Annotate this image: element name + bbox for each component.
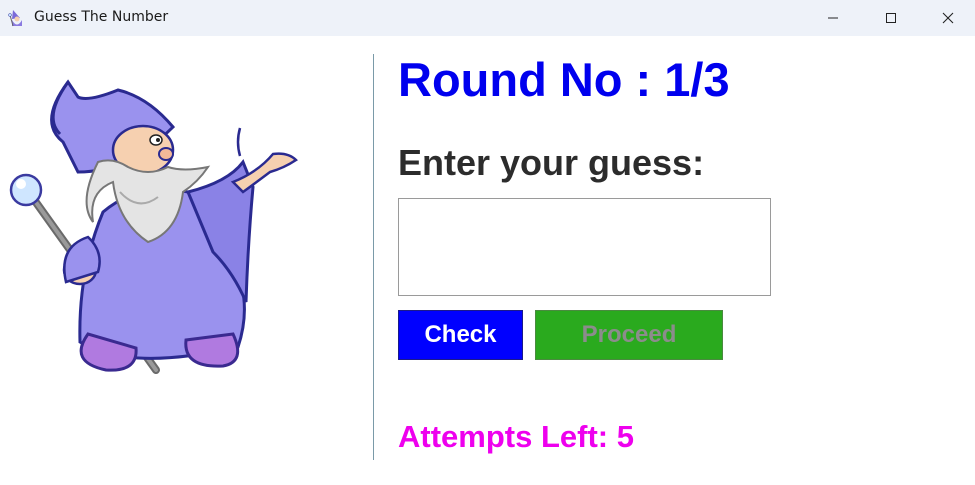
check-button[interactable]: Check — [398, 310, 523, 360]
minimize-button[interactable] — [805, 0, 861, 36]
wizard-icon — [8, 10, 22, 27]
vertical-divider — [373, 54, 374, 460]
window-title: Guess The Number — [34, 9, 169, 25]
guess-input[interactable] — [398, 198, 771, 296]
maximize-icon — [886, 13, 896, 23]
wizard-illustration — [9, 79, 298, 374]
proceed-button[interactable]: Proceed — [535, 310, 723, 360]
minimize-icon — [828, 17, 838, 19]
guess-prompt: Enter your guess: — [398, 142, 705, 183]
title-bar: Guess The Number — [0, 0, 975, 36]
maximize-button[interactable] — [863, 0, 919, 36]
attempts-left-label: Attempts Left: 5 — [398, 419, 634, 454]
close-icon — [942, 12, 954, 24]
close-button[interactable] — [920, 0, 975, 36]
round-label: Round No : 1/3 — [398, 53, 730, 106]
